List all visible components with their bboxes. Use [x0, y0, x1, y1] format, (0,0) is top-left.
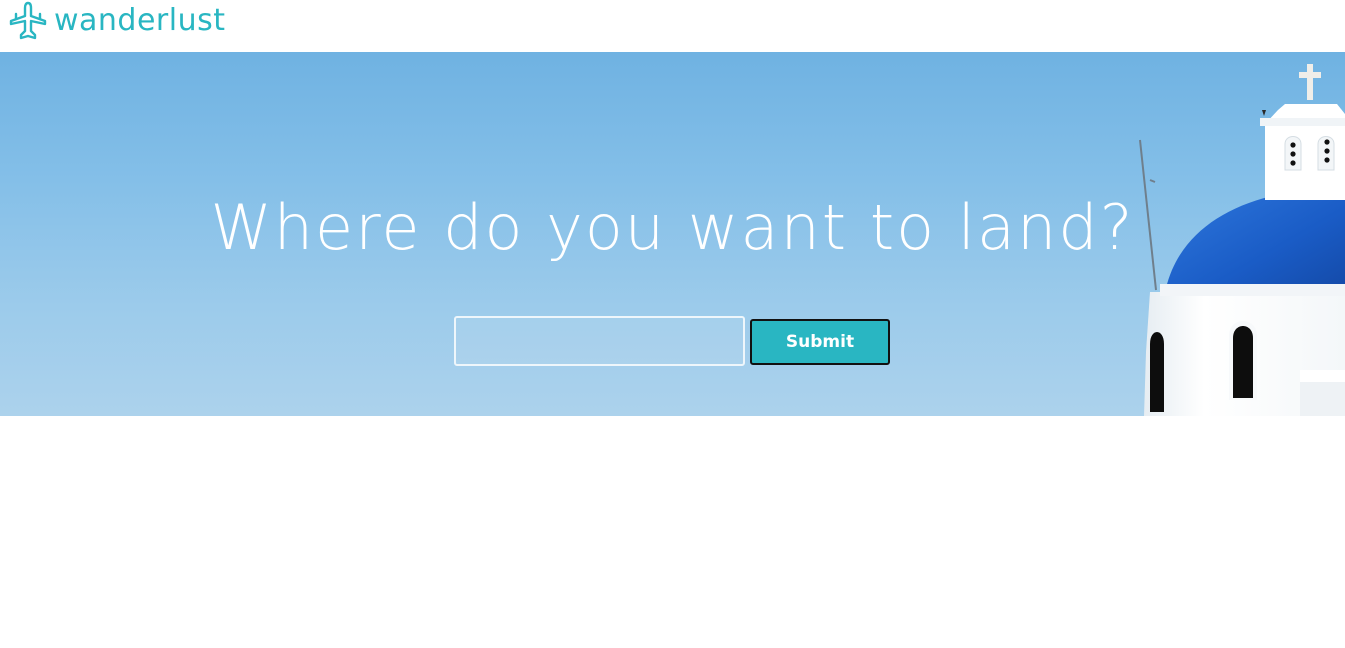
site-header: wanderlust	[0, 0, 1345, 52]
airplane-icon	[8, 1, 48, 41]
logo-text: wanderlust	[54, 3, 226, 38]
submit-button[interactable]: Submit	[750, 319, 890, 365]
hero-headline: Where do you want to land?	[210, 191, 1135, 264]
hero-section: Where do you want to land? Submit	[0, 52, 1345, 416]
destination-search-form: Submit	[454, 316, 890, 366]
destination-input[interactable]	[454, 316, 745, 366]
logo-link[interactable]: wanderlust	[8, 0, 226, 42]
